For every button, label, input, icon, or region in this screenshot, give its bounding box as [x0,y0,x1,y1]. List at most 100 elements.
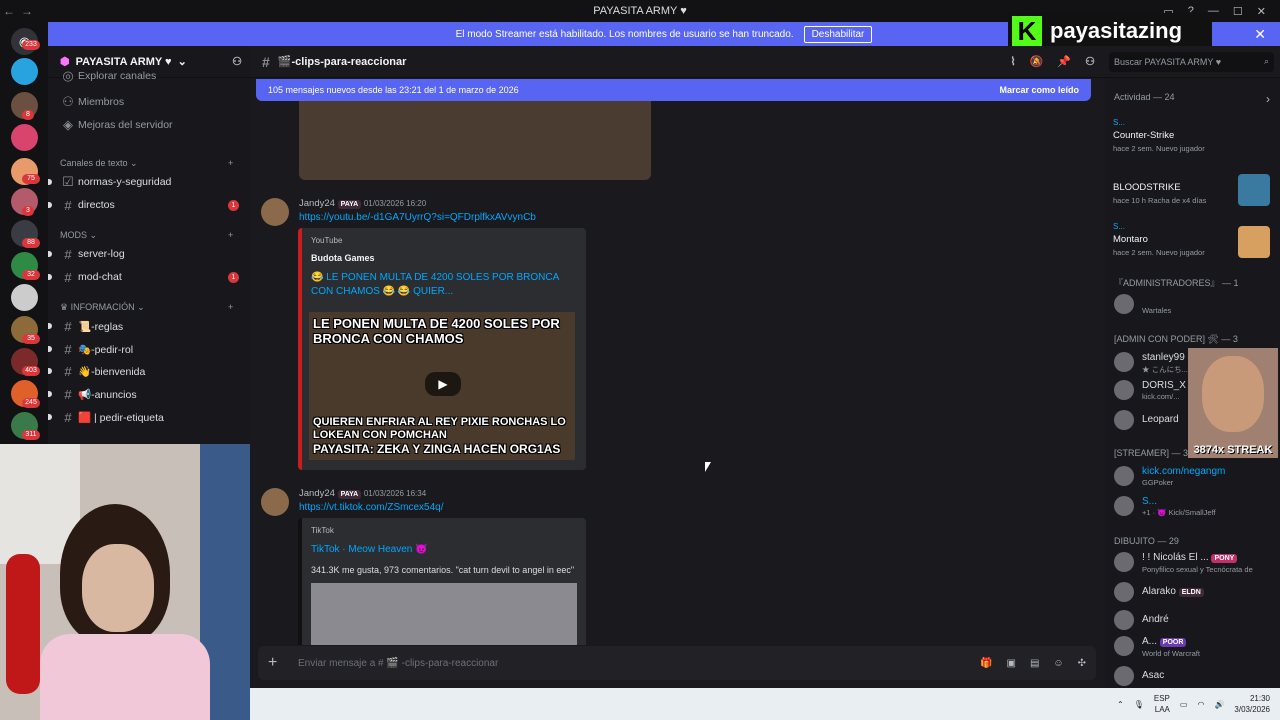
username[interactable]: Jandy24 [299,488,335,499]
activity-name: Counter-Strike [1113,130,1175,141]
server-tag: PAYA [337,200,362,209]
member-item[interactable]: Asac [1114,666,1274,688]
activity-header[interactable]: Actividad — 24 [1114,92,1175,102]
activity-card[interactable]: BLOODSTRIKE hace 10 h Racha de x4 días [1109,166,1274,210]
chevron-right-icon[interactable]: › [1266,92,1270,106]
volume-icon[interactable]: 🔊 [1214,700,1224,709]
member-item[interactable]: A... POOR World of Warcraft [1114,636,1274,660]
video-thumbnail[interactable]: LE PONEN MULTA DE 4200 SOLES POR BRONCA … [309,312,575,460]
close-window-icon[interactable]: ✕ [1257,5,1266,18]
hash-icon: # [64,386,72,402]
streamer-body [40,634,210,720]
add-member-icon[interactable]: ⚇ [232,55,242,68]
channel-sidebar: ⬢ PAYASITA ARMY ♥ ⌄ ⚇ ◎ Explorar canales … [48,46,250,444]
member-item[interactable]: kick.com/negangm GGPoker [1114,466,1274,490]
avatar [1114,410,1134,430]
gif-icon[interactable]: ▣ [1006,658,1015,669]
activity-name: BLOODSTRIKE [1113,182,1181,193]
add-attachment-icon[interactable]: + [268,654,277,672]
server-tag: ELDN [1178,588,1204,597]
microphone-icon[interactable]: 🎙 [1134,700,1144,709]
search-input[interactable]: Buscar PAYASITA ARMY ♥ ⌕ [1109,52,1274,72]
message-composer[interactable]: + Enviar mensaje a # 🎬 -clips-para-reacc… [258,646,1096,680]
embed-title[interactable]: 😂 LE PONEN MULTA DE 4200 SOLES POR BRONC… [311,271,577,299]
channel-bienvenida[interactable]: # 👋-bienvenida [48,361,250,381]
member-item[interactable]: ! ! Nicolás El ... PONY Ponyfilico sexua… [1114,552,1274,576]
channel-pedir-etiqueta[interactable]: # 🟥 | pedir-etiqueta [48,407,250,427]
activity-card[interactable]: S... Counter-Strike hace 2 sem. Nuevo ju… [1109,114,1274,158]
activity-user: S... [1113,222,1126,231]
server-icon[interactable] [11,58,38,85]
hash-icon: # [64,341,72,357]
sidebar-item-browse-channels[interactable]: ◎ Explorar canales [48,70,250,82]
previous-image-attachment[interactable] [299,100,651,180]
channel-anuncios[interactable]: # 📢-anuncios [48,384,250,404]
category-text-channels[interactable]: Canales de texto ⌄ + [60,158,233,169]
threads-icon[interactable]: ⌇ [1010,55,1015,68]
avatar[interactable] [261,488,289,516]
meme-face [1202,356,1264,432]
member-item[interactable]: André [1114,610,1274,634]
tray-chevron-icon[interactable]: ⌃ [1117,700,1124,709]
channel-normas-y-seguridad[interactable]: ☑ normas-y-seguridad [48,172,250,192]
search-icon: ⌕ [1263,56,1269,66]
member-status: GGPoker [1142,478,1174,487]
member-item[interactable]: Alarako ELDN [1114,582,1274,606]
close-banner-icon[interactable]: ✕ [1254,26,1266,43]
activity-name: Montaro [1113,234,1148,245]
play-icon[interactable]: ▶ [425,372,461,396]
member-item[interactable]: Wartales [1114,294,1274,318]
channel-directos[interactable]: # directos 1 [48,195,250,215]
channel-server-log[interactable]: # server-log [48,244,250,264]
sticker-icon[interactable]: ▤ [1030,658,1039,669]
server-tag: PONY [1211,554,1238,563]
channel-mod-chat[interactable]: # mod-chat 1 [48,267,250,287]
activity-card[interactable]: S... Montaro hace 2 sem. Nuevo jugador [1109,218,1274,262]
maximize-icon[interactable]: ☐ [1233,5,1243,18]
emoji-icon[interactable]: ☺ [1053,658,1063,669]
network-icon[interactable]: ▭ [1180,700,1188,709]
sidebar-item-members[interactable]: ⚇ Miembros [48,92,250,112]
hash-icon: # [262,53,270,70]
pin-icon[interactable]: 📌 [1057,55,1071,68]
message-link[interactable]: https://youtu.be/-d1GA7UyrrQ?si=QFDrplfk… [299,212,536,223]
channel-reglas[interactable]: # 📜-reglas [48,316,250,336]
embed-author[interactable]: Budota Games [311,253,577,263]
add-channel-icon[interactable]: + [228,302,233,312]
username[interactable]: Jandy24 [299,198,335,209]
add-channel-icon[interactable]: + [228,230,233,240]
apps-icon[interactable]: ✣ [1078,658,1086,669]
new-messages-bar[interactable]: 105 mensajes nuevos desde las 23:21 del … [256,79,1091,101]
disable-streamer-button[interactable]: Deshabilitar [803,25,873,43]
message-link[interactable]: https://vt.tiktok.com/ZSmcex54q/ [299,502,444,513]
role-group-header: [ADMIN CON PODER] 🛠 — 3 [1114,334,1238,344]
member-list-icon[interactable]: ⚇ [1085,55,1095,68]
add-channel-icon[interactable]: + [228,158,233,168]
member-name: stanley99 [1142,352,1185,363]
member-status: Ponyfilico sexual y Tecnócrata de [1142,565,1253,574]
mute-bell-icon[interactable]: 🔕 [1030,55,1044,68]
gift-icon[interactable]: 🎁 [980,658,992,669]
clock[interactable]: 21:30 3/03/2026 [1234,693,1270,715]
member-name: DORIS_X [1142,380,1186,391]
channel-pedir-rol[interactable]: # 🎭-pedir-rol [48,339,250,359]
video-thumbnail[interactable] [311,583,577,645]
mouse-cursor-icon [705,462,711,472]
composer-placeholder: Enviar mensaje a # 🎬 -clips-para-reaccio… [298,657,499,669]
language-indicator[interactable]: ESP LAA [1154,693,1170,715]
avatar [1114,380,1134,400]
sidebar-item-boosts[interactable]: ◈ Mejoras del servidor [48,115,250,135]
member-item[interactable]: S... +1 · 😈 Kick/SmallJeff [1114,496,1274,520]
category-mods[interactable]: MODS ⌄ + [60,230,233,241]
avatar [1114,352,1134,372]
avatar[interactable] [261,198,289,226]
category-informacion[interactable]: ♛ INFORMACIÓN ⌄ + [60,302,233,313]
wifi-icon[interactable]: ◠ [1197,700,1204,709]
mark-as-read-button[interactable]: Marcar como leído [999,85,1079,95]
member-status: World of Warcraft [1142,649,1200,658]
embed-title[interactable]: TikTok · Meow Heaven 😈 [311,543,577,557]
hash-icon: # [64,318,72,334]
timestamp: 01/03/2026 16:20 [363,199,427,208]
server-icon[interactable] [11,124,38,151]
server-icon[interactable] [11,284,38,311]
